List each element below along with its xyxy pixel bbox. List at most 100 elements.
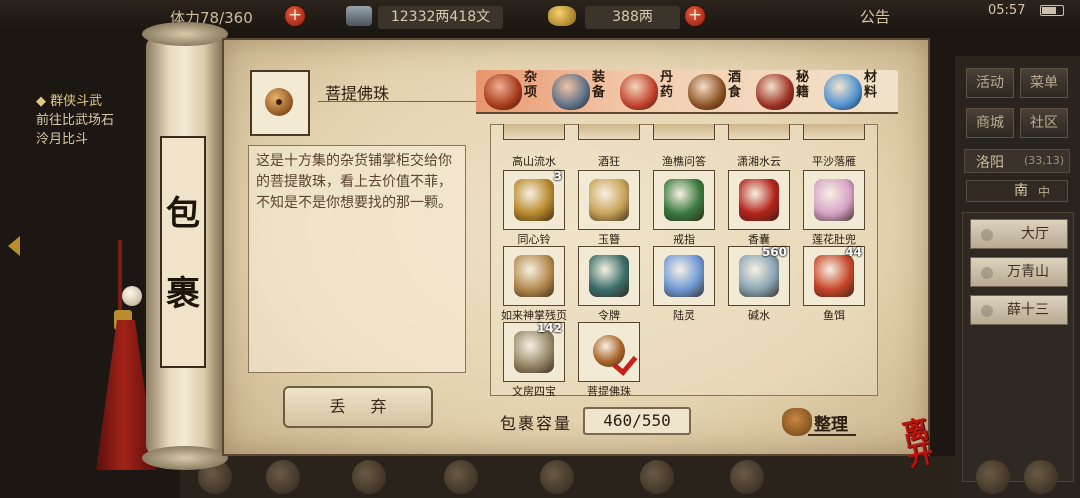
compass-direction: 南: [1014, 183, 1028, 199]
shop-button[interactable]: 商城: [966, 108, 1014, 138]
item-label: 平沙落雁: [812, 155, 856, 168]
inventory-slot[interactable]: [803, 124, 865, 140]
category-tab[interactable]: 丹药: [616, 70, 684, 114]
silver-icon: [346, 6, 372, 26]
activity-button[interactable]: 活动: [966, 68, 1014, 98]
category-tab[interactable]: 材料: [820, 70, 888, 114]
leave-button[interactable]: 离开: [900, 414, 953, 473]
inventory-slot[interactable]: [578, 170, 640, 230]
quest-tracker[interactable]: ◆ 群侠斗武 前往比武场石 泠月比斗: [36, 92, 156, 149]
npc-item[interactable]: 薛十三: [970, 295, 1068, 325]
roller-cap: [142, 446, 228, 470]
item-count: 142: [536, 321, 562, 335]
inventory-slot[interactable]: 44: [803, 245, 865, 306]
toolbar-icon[interactable]: [640, 460, 674, 494]
scroll-title-frame: [160, 136, 206, 368]
community-button[interactable]: 社区: [1020, 108, 1068, 138]
category-label: 酒食: [728, 70, 742, 100]
add-stamina-button[interactable]: +: [284, 5, 306, 27]
inventory-slot[interactable]: [728, 124, 790, 140]
toolbar-icon[interactable]: [266, 460, 300, 494]
tassel-cord: [118, 240, 122, 320]
item-count: 3: [553, 169, 562, 183]
item-label: 菩提佛珠: [587, 385, 631, 398]
bodice-icon: [814, 179, 854, 221]
inventory-slot[interactable]: [728, 170, 790, 230]
notice-button[interactable]: 公告: [860, 6, 890, 27]
toolbar-icon[interactable]: [540, 460, 574, 494]
divider: [808, 434, 856, 436]
location-coords: (33,13): [1024, 154, 1065, 167]
capacity-label: 包裹容量: [500, 414, 573, 433]
inventory-slot[interactable]: 3: [503, 169, 565, 230]
toolbar-icon[interactable]: [730, 460, 764, 494]
compass-center: 中: [1038, 185, 1051, 199]
clock: 05:57: [988, 3, 1026, 18]
item-label: 鱼饵: [823, 309, 845, 322]
bowl-icon: [739, 255, 779, 297]
pills-icon: [620, 74, 658, 110]
npc-item[interactable]: 大厅: [970, 219, 1068, 249]
wine-icon: [688, 74, 726, 110]
scroll-title-char: 包: [166, 194, 200, 234]
npc-item[interactable]: 万青山: [970, 257, 1068, 287]
brush-icon: [514, 331, 554, 373]
location-name: 洛阳: [976, 155, 1004, 171]
blades-icon: [664, 255, 704, 297]
armor-icon: [552, 74, 590, 110]
inventory-slot[interactable]: [653, 124, 715, 140]
category-tab[interactable]: 杂项: [480, 70, 548, 114]
inventory-slot[interactable]: [503, 124, 565, 140]
category-tab[interactable]: 酒食: [684, 70, 752, 114]
crystal-icon: [824, 74, 862, 110]
capacity-value: 460/550: [583, 407, 691, 435]
bell-icon: [514, 179, 554, 221]
book-icon: [756, 74, 794, 110]
toolbar-icon[interactable]: [352, 460, 386, 494]
roller-cap: [142, 22, 228, 46]
npc-list: [962, 212, 1074, 482]
quest-line: 前往比武场石: [36, 113, 115, 128]
inventory-slot[interactable]: [503, 246, 565, 306]
item-description: 这是十方集的杂货铺掌柜交给你的菩提散珠，看上去价值不菲，不知是不是你想要找的那一…: [256, 153, 452, 211]
toolbar-icon[interactable]: [1024, 460, 1058, 494]
quest-line: 泠月比斗: [36, 132, 89, 147]
sort-button[interactable]: 整理: [814, 410, 848, 435]
sachet-icon: [739, 179, 779, 221]
toolbar-icon[interactable]: [976, 460, 1010, 494]
inventory-slot[interactable]: [653, 170, 715, 230]
jar-icon: [484, 74, 522, 110]
battery-icon: [1040, 5, 1064, 16]
item-count: 44: [845, 245, 862, 259]
inventory-slot[interactable]: [803, 170, 865, 230]
category-label: 材料: [864, 70, 878, 100]
item-label: 莲花肚兜: [812, 233, 856, 246]
scroll-title-char: 裹: [166, 274, 200, 314]
collapse-arrow-icon[interactable]: [8, 236, 20, 256]
category-tab[interactable]: 秘籍: [752, 70, 820, 114]
ring-icon: [664, 179, 704, 221]
token-icon: [589, 255, 629, 297]
inventory-slot[interactable]: [578, 322, 640, 382]
divider: [318, 101, 484, 102]
inventory-slot[interactable]: [578, 246, 640, 306]
bag-icon[interactable]: [782, 408, 812, 436]
worm-icon: [814, 255, 854, 297]
money-value: 12332两418文: [378, 6, 503, 29]
inventory-slot[interactable]: [578, 124, 640, 140]
category-tab[interactable]: 装备: [548, 70, 616, 114]
pearl-bead-icon: [122, 286, 142, 306]
category-label: 装备: [592, 70, 606, 100]
inventory-slot[interactable]: 560: [728, 245, 790, 306]
menu-button[interactable]: 菜单: [1020, 68, 1068, 98]
add-gold-button[interactable]: +: [684, 5, 706, 27]
category-label: 秘籍: [796, 70, 810, 100]
bead-hole: [276, 99, 282, 105]
toolbar-icon[interactable]: [444, 460, 478, 494]
category-label: 杂项: [524, 70, 538, 100]
scrap-icon: [514, 255, 554, 297]
category-label: 丹药: [660, 70, 674, 100]
discard-button[interactable]: 丢 弃: [283, 386, 433, 428]
inventory-slot[interactable]: 142: [503, 321, 565, 382]
inventory-slot[interactable]: [653, 246, 715, 306]
